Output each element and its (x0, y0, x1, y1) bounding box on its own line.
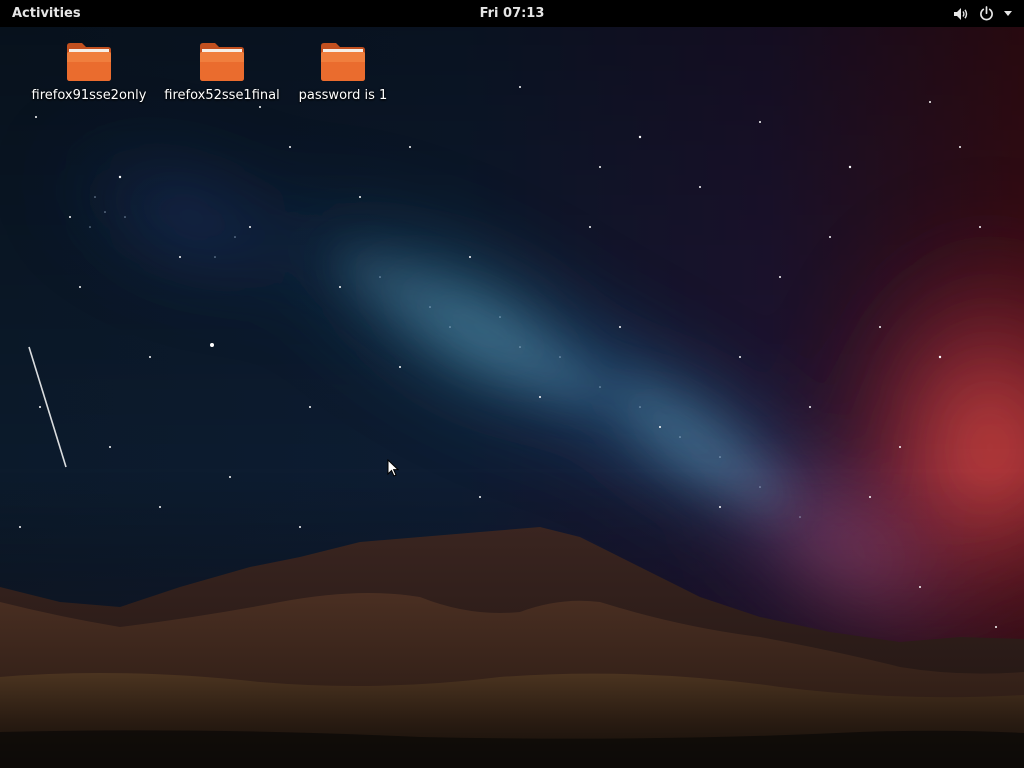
clock-container: Fri 07:13 (0, 0, 1024, 27)
volume-icon[interactable] (953, 7, 969, 21)
folder-icon (321, 43, 365, 81)
top-bar: Activities Fri 07:13 (0, 0, 1024, 27)
folder-icon (200, 43, 244, 81)
desktop-folder-password[interactable]: password is 1 (278, 40, 408, 103)
desktop-icon-label: firefox91sse2only (31, 88, 147, 103)
dropdown-arrow-icon[interactable] (1004, 10, 1012, 17)
activities-button[interactable]: Activities (12, 0, 81, 27)
mouse-cursor-icon (387, 459, 399, 477)
power-icon[interactable] (979, 6, 994, 21)
desktop-folder-firefox91sse2only[interactable]: firefox91sse2only (24, 40, 154, 103)
desktop-icon-label: firefox52sse1final (164, 88, 280, 103)
desktop-icon-label: password is 1 (298, 88, 388, 103)
folder-icon (67, 43, 111, 81)
clock-button[interactable]: Fri 07:13 (480, 6, 545, 21)
desktop-screen: Activities Fri 07:13 firefox91sse2only f… (0, 0, 1024, 768)
desktop-folder-firefox52sse1final[interactable]: firefox52sse1final (157, 40, 287, 103)
system-tray[interactable] (953, 0, 1012, 27)
wallpaper (0, 27, 1024, 768)
